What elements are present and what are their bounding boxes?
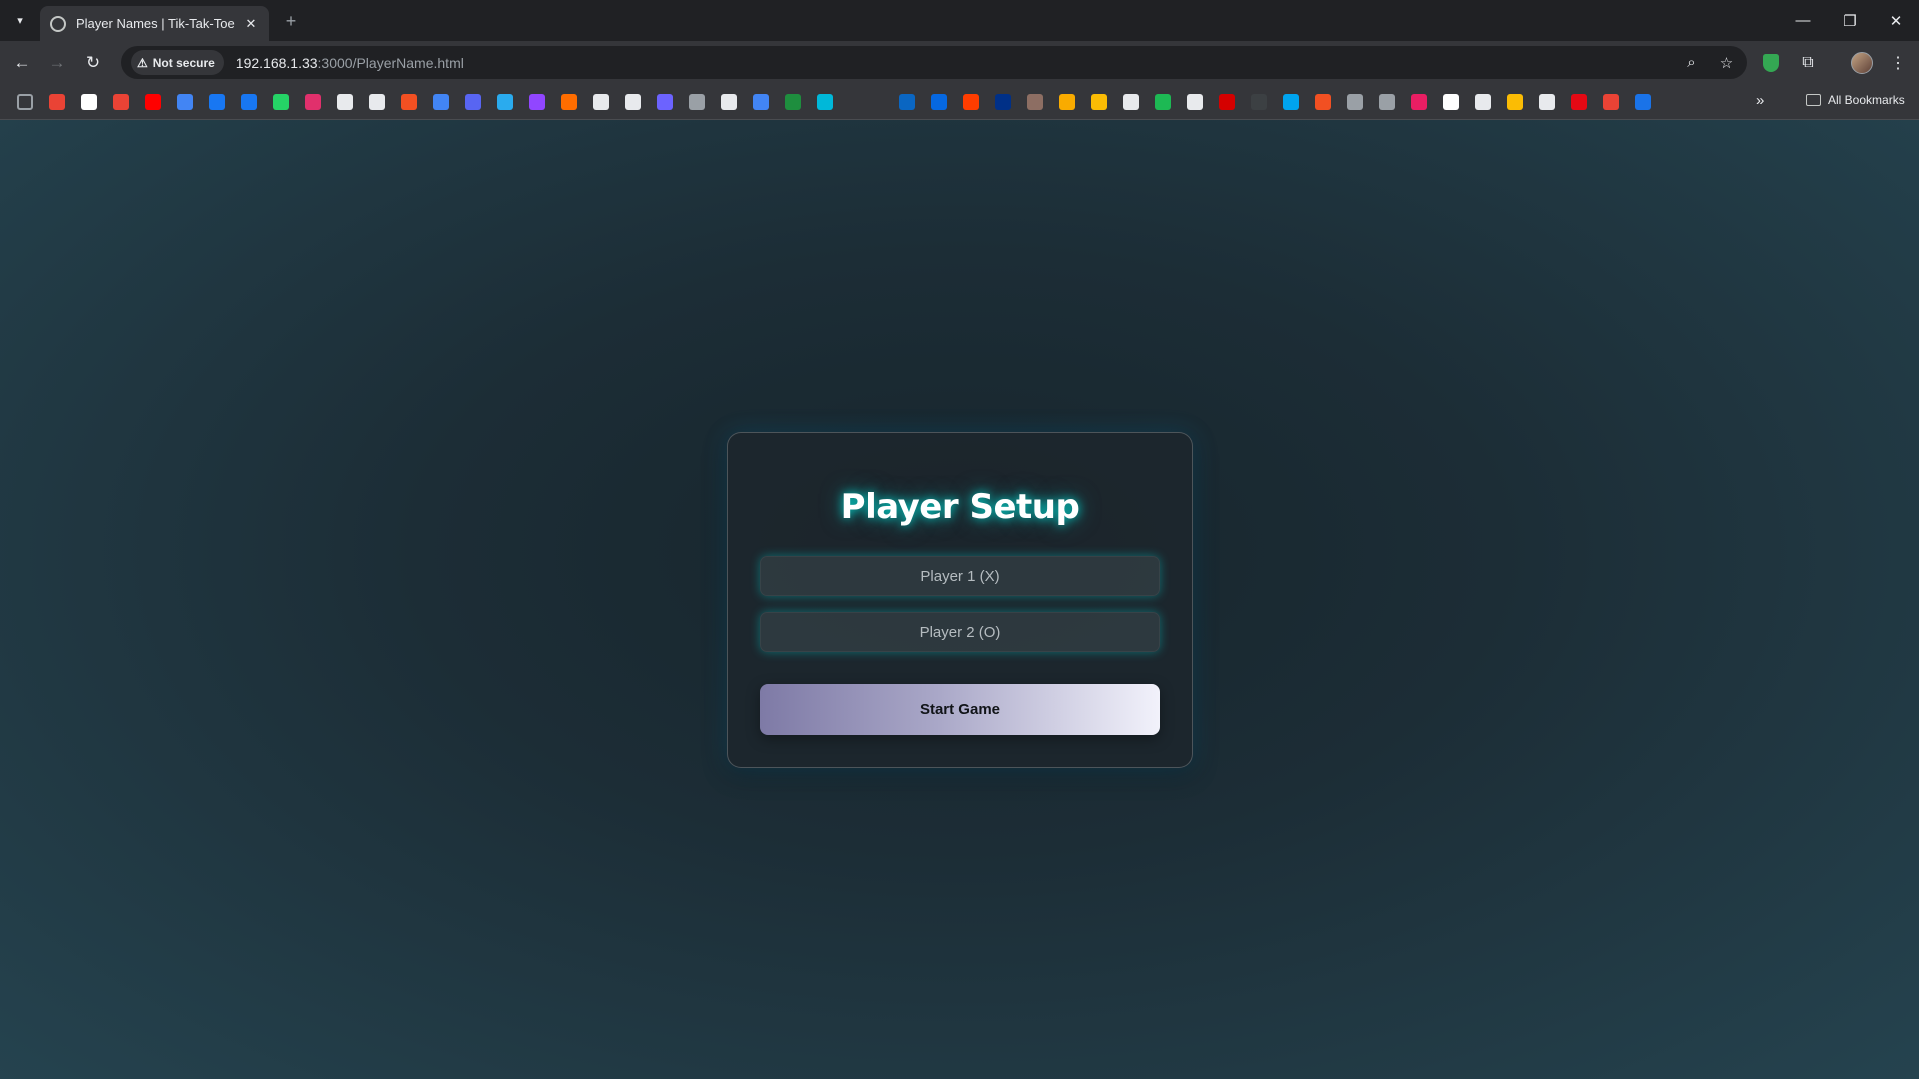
warning-icon: ⚠ xyxy=(137,55,148,70)
restore-button[interactable]: ❐ xyxy=(1827,0,1873,41)
bookmark-favicon-icon[interactable] xyxy=(1027,94,1043,110)
start-game-button[interactable]: Start Game xyxy=(760,684,1160,735)
bookmark-favicon-icon[interactable] xyxy=(625,94,641,110)
bookmark-favicon-icon[interactable] xyxy=(1123,94,1139,110)
bookmark-favicon-icon[interactable] xyxy=(1315,94,1331,110)
bookmark-favicon-icon[interactable] xyxy=(1155,94,1171,110)
bookmark-favicon-icon[interactable] xyxy=(657,94,673,110)
minimize-button[interactable]: — xyxy=(1780,0,1826,41)
forward-icon[interactable]: → xyxy=(43,49,71,77)
bookmark-favicon-icon[interactable] xyxy=(753,94,769,110)
bookmark-favicon-icon[interactable] xyxy=(689,94,705,110)
page-title: Player Setup xyxy=(840,487,1080,527)
bookmark-favicon-icon[interactable] xyxy=(1379,94,1395,110)
bookmark-favicon-icon[interactable] xyxy=(593,94,609,110)
bookmark-star-icon[interactable]: ☆ xyxy=(1714,50,1739,75)
bookmarks-bar: » All Bookmarks xyxy=(0,84,1919,120)
zoom-icon[interactable]: ⌕ xyxy=(1679,50,1704,75)
extensions-puzzle-icon[interactable]: ⧉ xyxy=(1794,49,1822,77)
bookmark-favicon-icon[interactable] xyxy=(785,94,801,110)
security-chip[interactable]: ⚠ Not secure xyxy=(131,50,224,75)
bookmark-favicon-icon[interactable] xyxy=(1187,94,1203,110)
bookmark-favicon-icon[interactable] xyxy=(1283,94,1299,110)
reload-icon[interactable]: ↻ xyxy=(79,49,107,77)
url-text[interactable]: 192.168.1.33:3000/PlayerName.html xyxy=(236,55,464,71)
bookmarks-overflow-icon[interactable]: » xyxy=(1756,92,1764,109)
player2-name-input[interactable] xyxy=(760,612,1160,652)
bookmark-favicon-icon[interactable] xyxy=(49,94,65,110)
bookmark-favicon-icon[interactable] xyxy=(1251,94,1267,110)
address-bar[interactable]: ⚠ Not secure 192.168.1.33:3000/PlayerNam… xyxy=(121,46,1747,79)
all-bookmarks-button[interactable]: All Bookmarks xyxy=(1806,93,1905,107)
bookmark-favicon-icon[interactable] xyxy=(465,94,481,110)
bookmark-favicon-icon[interactable] xyxy=(1411,94,1427,110)
bookmark-favicon-icon[interactable] xyxy=(995,94,1011,110)
folder-icon xyxy=(1806,94,1821,106)
bookmark-favicon-icon[interactable] xyxy=(433,94,449,110)
player1-name-input[interactable] xyxy=(760,556,1160,596)
bookmark-favicon-icon[interactable] xyxy=(1539,94,1555,110)
tab-close-icon[interactable]: ✕ xyxy=(243,16,259,32)
bookmark-favicon-icon[interactable] xyxy=(1571,94,1587,110)
tab-title: Player Names | Tik-Tak-Toe xyxy=(76,16,235,31)
bookmark-favicon-icon[interactable] xyxy=(1091,94,1107,110)
bookmark-favicon-icon[interactable] xyxy=(721,94,737,110)
bookmark-favicon-icon[interactable] xyxy=(145,94,161,110)
bookmark-favicon-icon[interactable] xyxy=(1635,94,1651,110)
tab-strip: ▾ Player Names | Tik-Tak-Toe ✕ + — ❐ ✕ xyxy=(0,0,1919,41)
bookmark-favicon-icon[interactable] xyxy=(1347,94,1363,110)
bookmark-favicon-icon[interactable] xyxy=(17,94,33,110)
url-path: :3000/PlayerName.html xyxy=(317,54,464,71)
bookmark-favicon-icon[interactable] xyxy=(561,94,577,110)
bookmark-favicon-icon[interactable] xyxy=(1443,94,1459,110)
bookmark-favicon-icon[interactable] xyxy=(817,94,833,110)
bookmark-favicon-icon[interactable] xyxy=(209,94,225,110)
player-setup-card: Player Setup Start Game xyxy=(727,432,1193,768)
bookmark-favicon-icon[interactable] xyxy=(1219,94,1235,110)
bookmark-favicon-icon[interactable] xyxy=(337,94,353,110)
url-host: 192.168.1.33 xyxy=(235,54,318,71)
menu-kebab-icon[interactable]: ⋮ xyxy=(1884,49,1912,77)
bookmark-favicon-icon[interactable] xyxy=(241,94,257,110)
bookmark-favicon-icon[interactable] xyxy=(1059,94,1075,110)
bookmark-favicon-icon[interactable] xyxy=(1507,94,1523,110)
browser-toolbar: ← → ↻ ⚠ Not secure 192.168.1.33:3000/Pla… xyxy=(0,41,1919,84)
security-label: Not secure xyxy=(152,55,215,70)
bookmark-favicon-icon[interactable] xyxy=(497,94,513,110)
bookmark-favicon-icon[interactable] xyxy=(931,94,947,110)
profile-avatar[interactable] xyxy=(1848,49,1876,77)
close-window-button[interactable]: ✕ xyxy=(1873,0,1919,41)
bookmark-favicon-icon[interactable] xyxy=(529,94,545,110)
bookmark-favicon-icon[interactable] xyxy=(177,94,193,110)
new-tab-button[interactable]: + xyxy=(279,9,303,33)
bookmark-favicon-icon[interactable] xyxy=(963,94,979,110)
bookmark-favicon-icon[interactable] xyxy=(81,94,97,110)
bookmark-favicon-icon[interactable] xyxy=(1603,94,1619,110)
tab-search-icon[interactable]: ▾ xyxy=(8,8,32,32)
back-icon[interactable]: ← xyxy=(8,49,36,77)
active-tab[interactable]: Player Names | Tik-Tak-Toe ✕ xyxy=(40,6,269,41)
extension-shield-icon[interactable] xyxy=(1757,49,1785,77)
bookmark-favicon-icon[interactable] xyxy=(113,94,129,110)
bookmark-favicon-icon[interactable] xyxy=(305,94,321,110)
bookmark-favicon-icon[interactable] xyxy=(899,94,915,110)
bookmark-favicon-icon[interactable] xyxy=(401,94,417,110)
globe-icon xyxy=(50,15,66,32)
bookmark-favicon-icon[interactable] xyxy=(273,94,289,110)
all-bookmarks-label: All Bookmarks xyxy=(1828,93,1905,107)
bookmark-favicon-icon[interactable] xyxy=(1475,94,1491,110)
page-viewport: Player Setup Start Game xyxy=(0,120,1919,1079)
bookmark-favicon-icon[interactable] xyxy=(369,94,385,110)
